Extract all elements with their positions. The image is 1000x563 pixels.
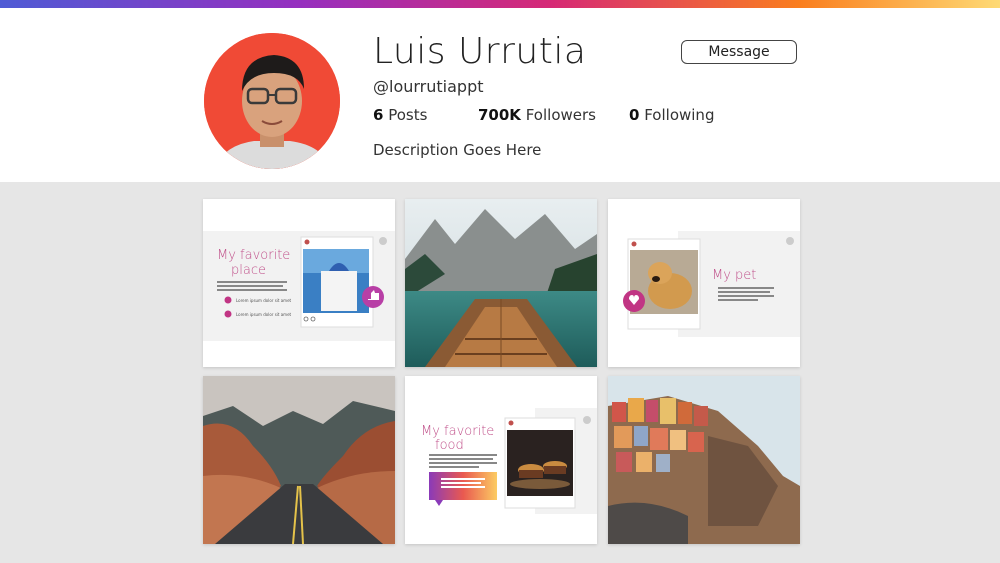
posts-label: Posts — [388, 106, 428, 124]
followers-label: Followers — [525, 106, 596, 124]
avatar-image — [204, 33, 340, 169]
posts-stat[interactable]: 6 Posts — [373, 106, 427, 124]
post-tile-6[interactable] — [608, 376, 800, 544]
post-tile-2[interactable] — [405, 199, 597, 367]
profile-handle: @lourrutiappt — [373, 77, 484, 96]
brand-gradient-bar — [0, 0, 1000, 8]
profile-header: Luis Urrutia @lourrutiappt Message 6 Pos… — [0, 8, 1000, 182]
slide-my-pet-image: My pet — [608, 199, 800, 367]
following-stat[interactable]: 0 Following — [629, 106, 714, 124]
slide-bullet-1: Lorem ipsum dolor sit amet — [236, 298, 292, 303]
following-label: Following — [644, 106, 715, 124]
post-tile-1[interactable]: My favorite place Lorem ipsum dolor sit … — [203, 199, 395, 367]
slide-favorite-food-image: My favorite food — [405, 376, 597, 544]
slide-title-line1: My favorite — [217, 248, 290, 263]
post-tile-3[interactable]: My pet — [608, 199, 800, 367]
slide-favorite-place-image: My favorite place Lorem ipsum dolor sit … — [203, 199, 395, 367]
message-button[interactable]: Message — [681, 40, 797, 64]
profile-name: Luis Urrutia — [373, 31, 587, 72]
slide-title-line2: place — [231, 263, 266, 278]
posts-grid: My favorite place Lorem ipsum dolor sit … — [0, 182, 1000, 563]
coastal-village-photo — [608, 376, 800, 544]
following-count: 0 — [629, 106, 640, 124]
slide-title-line2: food — [435, 438, 464, 453]
post-tile-4[interactable] — [203, 376, 395, 544]
post-tile-5[interactable]: My favorite food — [405, 376, 597, 544]
followers-stat[interactable]: 700K Followers — [478, 106, 596, 124]
profile-description: Description Goes Here — [373, 141, 542, 159]
boat-lake-photo — [405, 199, 597, 367]
slide-title: My pet — [712, 268, 756, 283]
followers-count: 700K — [478, 106, 521, 124]
desert-road-photo — [203, 376, 395, 544]
avatar[interactable] — [204, 33, 340, 169]
slide-bullet-2: Lorem ipsum dolor sit amet — [236, 312, 292, 317]
slide-title-line1: My favorite — [421, 424, 494, 439]
posts-count: 6 — [373, 106, 384, 124]
